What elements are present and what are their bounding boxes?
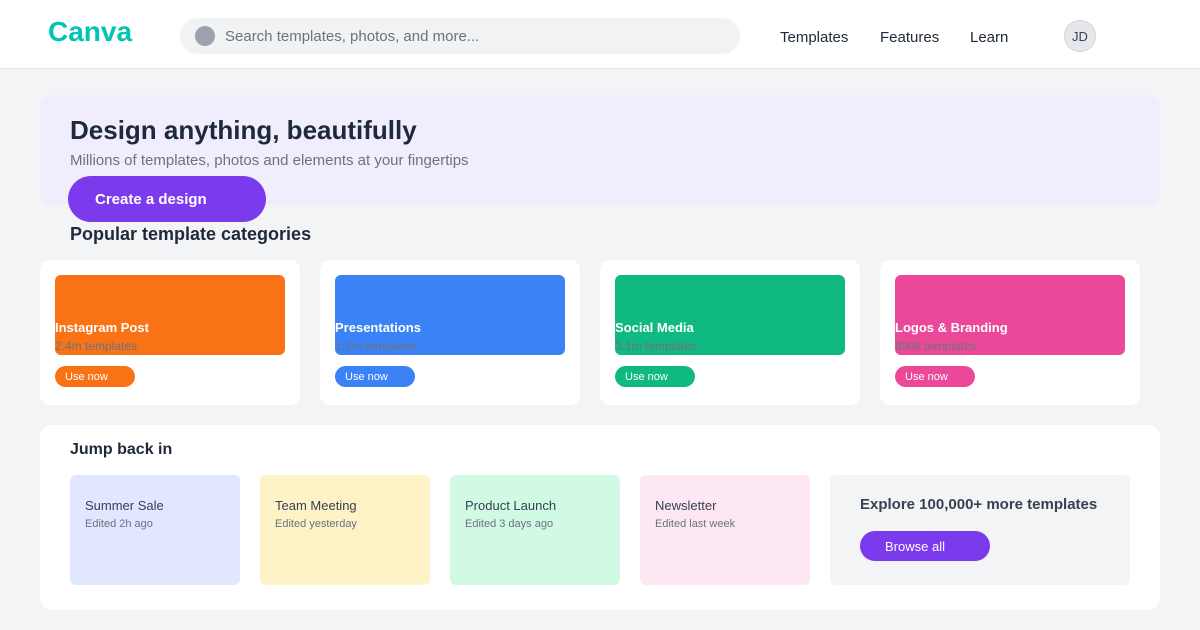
explore-more-text: Explore 100,000+ more templates (860, 496, 1098, 513)
recent-design-name: Newsletter (655, 498, 717, 513)
recent-design-name: Product Launch (465, 498, 557, 513)
hero-title: Design anything, beautifully (70, 115, 417, 145)
explore-more-card: Explore 100,000+ more templates Browse a… (830, 475, 1130, 585)
nav-features[interactable]: Features (880, 29, 939, 46)
search-icon (195, 26, 215, 46)
category-count: 2.4m templates (55, 339, 138, 353)
category-card-logos[interactable]: Logos & Branding 890k templates Use now (880, 260, 1140, 405)
category-card-instagram[interactable]: Instagram Post 2.4m templates Use now (40, 260, 300, 405)
top-header: Canva Templates Features Learn JD (0, 0, 1200, 69)
nav-templates[interactable]: Templates (780, 29, 848, 46)
jump-back-in-title: Jump back in (70, 441, 173, 458)
user-avatar[interactable]: JD (1064, 20, 1096, 52)
category-name: Social Media (615, 320, 694, 335)
recent-design-edited: Edited 2h ago (85, 518, 153, 530)
hero-subtitle: Millions of templates, photos and elemen… (70, 152, 469, 169)
search-input[interactable] (225, 18, 725, 54)
recent-design-card[interactable]: Product Launch Edited 3 days ago (450, 475, 620, 585)
use-now-button[interactable]: Use now (335, 366, 415, 387)
recent-design-edited: Edited 3 days ago (465, 518, 554, 530)
category-name: Instagram Post (55, 320, 149, 335)
category-count: 1.2m templates (335, 339, 418, 353)
category-card-presentations[interactable]: Presentations 1.2m templates Use now (320, 260, 580, 405)
canva-logo[interactable]: Canva (48, 16, 132, 48)
search-bar[interactable] (180, 18, 740, 54)
recent-design-edited: Edited yesterday (275, 518, 357, 530)
recent-design-card[interactable]: Summer Sale Edited 2h ago (70, 475, 240, 585)
recent-design-card[interactable]: Newsletter Edited last week (640, 475, 810, 585)
recent-design-edited: Edited last week (655, 518, 736, 530)
category-name: Presentations (335, 320, 421, 335)
use-now-button[interactable]: Use now (55, 366, 135, 387)
category-name: Logos & Branding (895, 320, 1008, 335)
use-now-button[interactable]: Use now (615, 366, 695, 387)
recent-design-name: Summer Sale (85, 498, 164, 513)
category-card-social-media[interactable]: Social Media 3.1m templates Use now (600, 260, 860, 405)
recent-design-name: Team Meeting (275, 498, 357, 513)
create-design-button[interactable]: Create a design (68, 176, 266, 222)
recent-design-card[interactable]: Team Meeting Edited yesterday (260, 475, 430, 585)
use-now-button[interactable]: Use now (895, 366, 975, 387)
category-count: 890k templates (895, 339, 977, 353)
nav-learn[interactable]: Learn (970, 29, 1008, 46)
browse-all-button[interactable]: Browse all (860, 531, 990, 561)
categories-title: Popular template categories (70, 224, 312, 244)
category-count: 3.1m templates (615, 339, 698, 353)
